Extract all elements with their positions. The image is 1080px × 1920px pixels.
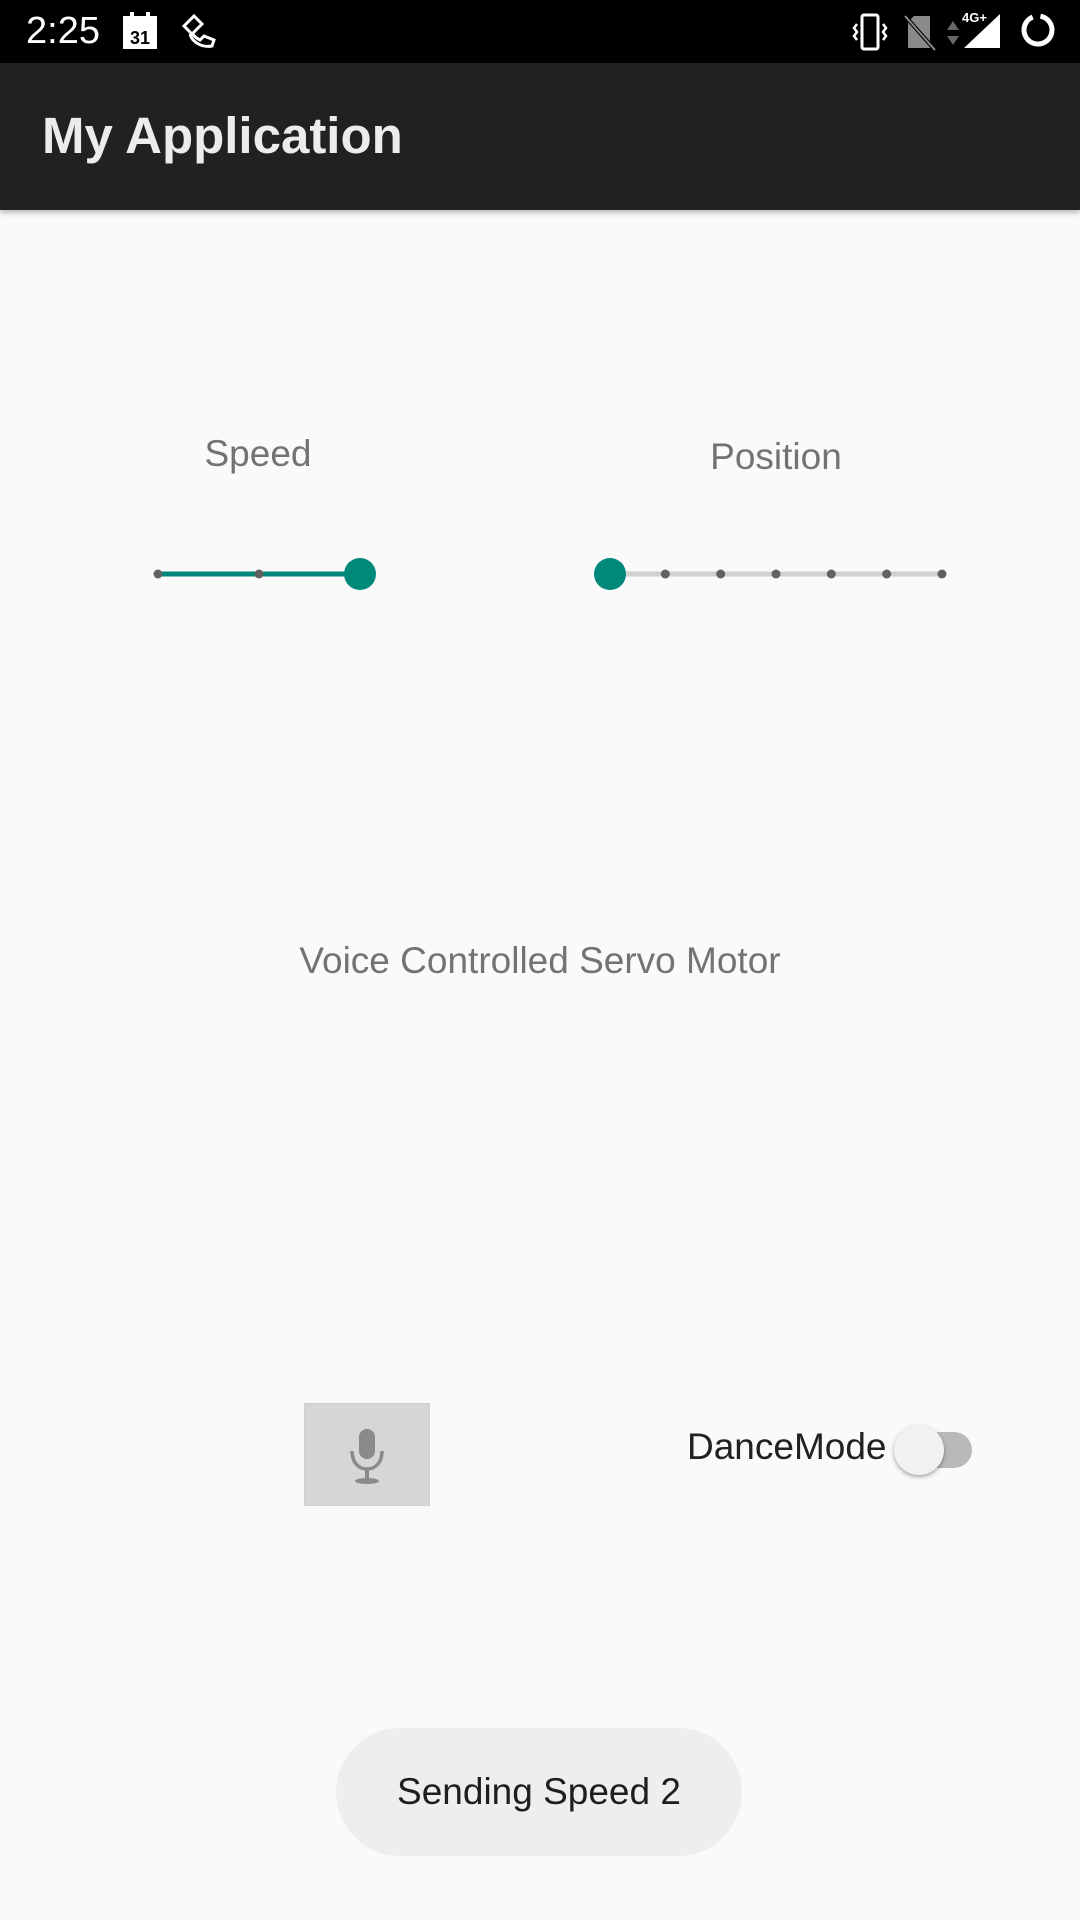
position-slider-tick [660, 569, 670, 579]
switch-thumb [894, 1425, 944, 1475]
calendar-icon: 31 [123, 12, 157, 49]
position-slider-thumb [594, 558, 626, 590]
speed-slider[interactable] [140, 552, 380, 596]
phone-hand-icon [181, 13, 216, 48]
dance-mode-switch[interactable] [890, 1420, 978, 1480]
position-slider-tick [937, 569, 947, 579]
speed-label: Speed [204, 433, 312, 474]
position-slider-tick [826, 569, 836, 579]
speed-slider-thumb [344, 558, 376, 590]
speed-slider-tick [153, 569, 163, 579]
position-slider[interactable] [586, 552, 952, 596]
microphone-icon [350, 1428, 384, 1484]
app-bar: My Application [0, 63, 1080, 210]
mic-button[interactable] [304, 1403, 430, 1506]
position-slider-tick [716, 569, 726, 579]
speed-slider-tick [254, 569, 264, 579]
toast-message: Sending Speed 2 [336, 1728, 742, 1856]
battery-ring-icon [1021, 13, 1055, 47]
calendar-day: 31 [130, 28, 150, 48]
data-arrows-icon [947, 21, 959, 45]
position-slider-tick [771, 569, 781, 579]
vibrate-icon [852, 13, 888, 51]
signal-4g-icon: 4G+ [962, 10, 1000, 48]
app-title: My Application [42, 107, 403, 164]
no-sim-icon [903, 14, 937, 52]
position-slider-tick [882, 569, 892, 579]
position-label: Position [710, 436, 842, 477]
dance-mode-label: DanceMode [687, 1426, 887, 1467]
network-type: 4G+ [962, 10, 987, 25]
status-bar: 2:25 31 4G+ [0, 0, 1080, 63]
status-time: 2:25 [26, 10, 100, 52]
page-title: Voice Controlled Servo Motor [299, 940, 781, 981]
